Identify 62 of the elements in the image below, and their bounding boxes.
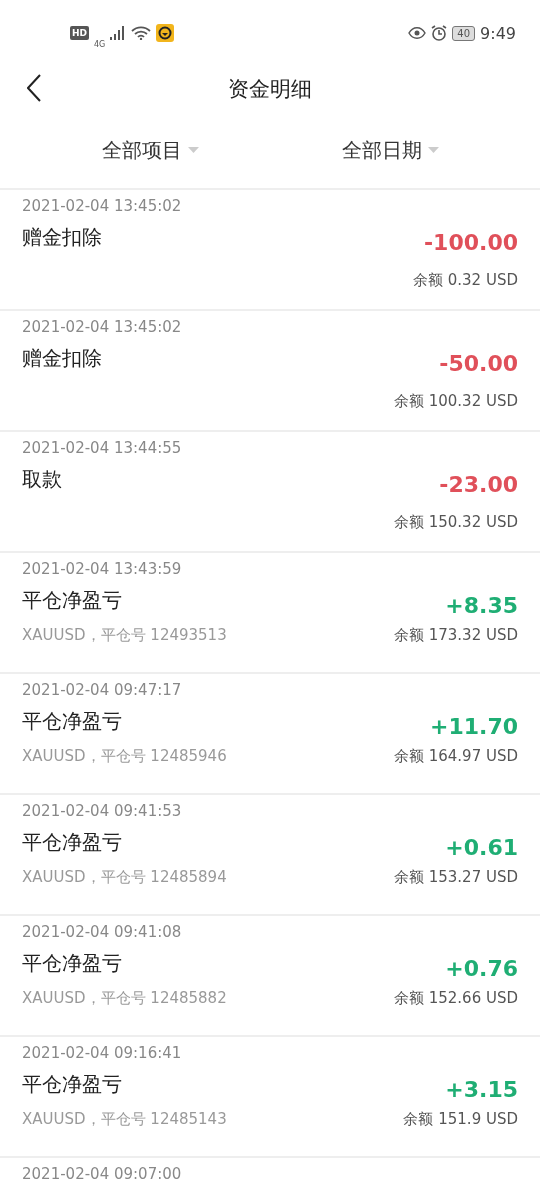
record-row[interactable]: 2021-02-04 09:16:41 平仓净盈亏 +3.15 XAUUSD，平仓号 12485143 余额 151.9 USD bbox=[0, 1035, 540, 1156]
record-amount: +8.35 bbox=[445, 593, 518, 618]
page-title: 资金明细 bbox=[228, 76, 312, 103]
record-time: 2021-02-04 09:16:41 bbox=[22, 1043, 182, 1063]
record-title: 平仓净盈亏 bbox=[22, 1071, 122, 1098]
record-amount: +3.15 bbox=[445, 1077, 518, 1102]
record-amount: -50.00 bbox=[439, 351, 518, 376]
record-amount: -23.00 bbox=[439, 472, 518, 497]
record-detail: XAUUSD，平仓号 12493513 bbox=[22, 626, 227, 645]
record-time: 2021-02-04 09:41:53 bbox=[22, 801, 182, 821]
caret-icon bbox=[427, 147, 439, 153]
record-title: 平仓净盈亏 bbox=[22, 950, 122, 977]
record-time: 2021-02-04 13:43:59 bbox=[22, 559, 182, 579]
record-title: 平仓净盈亏 bbox=[22, 587, 122, 614]
record-time: 2021-02-04 09:47:17 bbox=[22, 680, 182, 700]
record-detail: XAUUSD，平仓号 12485143 bbox=[22, 1110, 227, 1129]
record-detail: XAUUSD，平仓号 12485882 bbox=[22, 989, 227, 1008]
signal-icon bbox=[110, 26, 127, 40]
record-time: 2021-02-04 09:07:00 bbox=[22, 1164, 182, 1184]
record-row[interactable]: 2021-02-04 09:41:08 平仓净盈亏 +0.76 XAUUSD，平仓号 12485882 余额 152.66 USD bbox=[0, 914, 540, 1035]
filter-dropdown[interactable]: 全部日期 bbox=[341, 136, 439, 164]
record-time: 2021-02-04 09:41:08 bbox=[22, 922, 182, 942]
wifi-icon bbox=[131, 26, 152, 40]
record-title: 平仓净盈亏 bbox=[22, 708, 122, 735]
record-balance: 余额 152.66 USD bbox=[393, 989, 518, 1008]
network-label: 4G bbox=[94, 39, 106, 49]
record-time: 2021-02-04 13:45:02 bbox=[22, 196, 182, 216]
eye-icon bbox=[408, 27, 427, 39]
record-row[interactable]: 2021-02-04 09:47:17 平仓净盈亏 +11.70 XAUUSD，平仓号 12485946 余额 164.97 USD bbox=[0, 672, 540, 793]
record-row[interactable]: 2021-02-04 13:44:55 取款 -23.00 余额 150.32 USD bbox=[0, 430, 540, 551]
record-title: 赠金扣除 bbox=[22, 224, 102, 251]
record-row[interactable]: 2021-02-04 13:43:59 平仓净盈亏 +8.35 XAUUSD，平仓号 12493513 余额 173.32 USD bbox=[0, 551, 540, 672]
record-title: 平仓净盈亏 bbox=[22, 829, 122, 856]
alarm-icon bbox=[431, 25, 448, 41]
record-time: 2021-02-04 13:44:55 bbox=[22, 438, 182, 458]
record-balance: 余额 0.32 USD bbox=[413, 271, 518, 290]
record-title: 赠金扣除 bbox=[22, 345, 102, 372]
record-balance: 余额 153.27 USD bbox=[393, 868, 518, 887]
battery-icon: 40 bbox=[452, 25, 476, 41]
hd-badge: HD bbox=[70, 26, 89, 40]
record-detail: XAUUSD，平仓号 12485946 bbox=[22, 747, 227, 766]
record-balance: 余额 164.97 USD bbox=[393, 747, 518, 766]
app-icon bbox=[156, 24, 175, 42]
record-row[interactable]: 2021-02-04 13:45:02 赠金扣除 -50.00 余额 100.32 USD bbox=[0, 309, 540, 430]
clock-time: 9:49 bbox=[480, 23, 516, 43]
record-balance: 余额 173.32 USD bbox=[393, 626, 518, 645]
record-amount: +11.70 bbox=[429, 714, 518, 739]
back-icon bbox=[27, 74, 41, 102]
record-row[interactable]: 2021-02-04 09:07:00 bbox=[0, 1156, 540, 1200]
record-time: 2021-02-04 13:45:02 bbox=[22, 317, 182, 337]
record-row[interactable]: 2021-02-04 13:45:02 赠金扣除 -100.00 余额 0.32 USD bbox=[0, 188, 540, 309]
record-balance: 余额 151.9 USD bbox=[403, 1110, 518, 1129]
record-amount: -100.00 bbox=[423, 230, 518, 255]
record-amount: +0.61 bbox=[445, 835, 518, 860]
record-amount: +0.76 bbox=[445, 956, 518, 981]
record-title: 取款 bbox=[22, 466, 62, 493]
record-detail: XAUUSD，平仓号 12485894 bbox=[22, 868, 227, 887]
filter-dropdown[interactable]: 全部项目 bbox=[101, 136, 199, 164]
caret-icon bbox=[187, 147, 199, 153]
record-balance: 余额 150.32 USD bbox=[393, 513, 518, 532]
record-balance: 余额 100.32 USD bbox=[393, 392, 518, 411]
record-row[interactable]: 2021-02-04 09:41:53 平仓净盈亏 +0.61 XAUUSD，平仓号 12485894 余额 153.27 USD bbox=[0, 793, 540, 914]
